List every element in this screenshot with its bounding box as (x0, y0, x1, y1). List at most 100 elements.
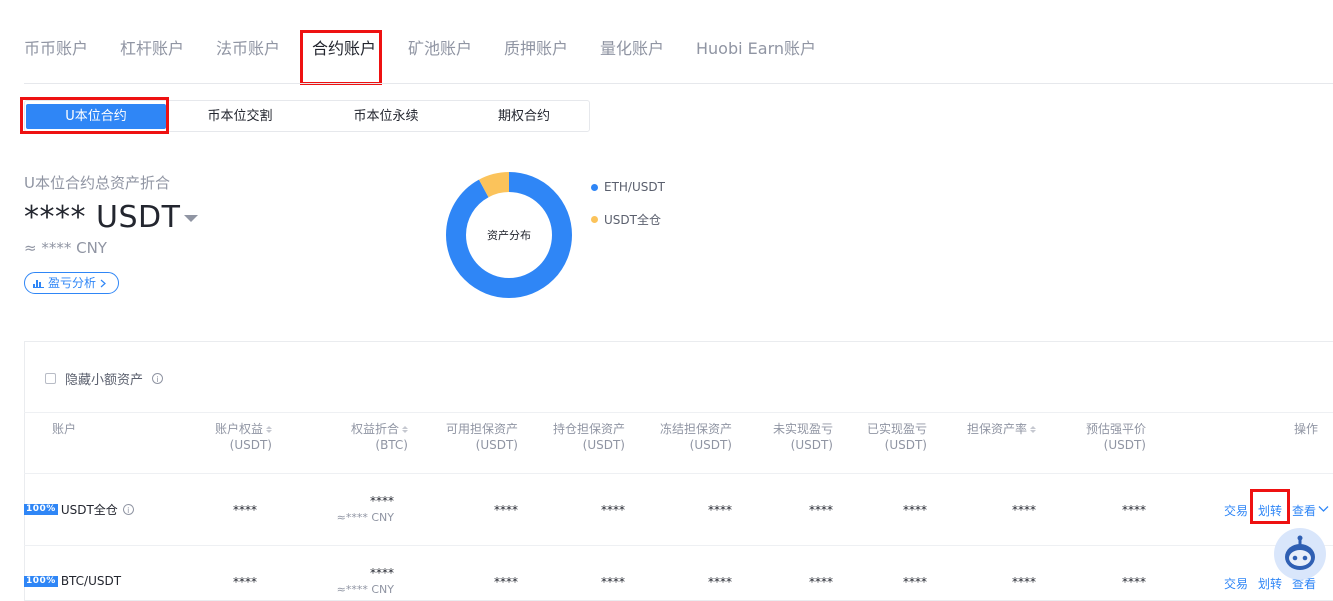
table-row-account: 100% USDT全仓 i (24, 501, 134, 518)
col-available-label: 可用担保资产 (445, 422, 518, 436)
cell-available: **** (494, 503, 518, 517)
info-icon[interactable]: i (122, 504, 134, 515)
col-available-margin: 可用担保资产 (USDT) (446, 421, 518, 453)
row-divider (24, 545, 1333, 546)
cell-position: **** (601, 575, 625, 589)
tab-earn-account[interactable]: Huobi Earn账户 (696, 38, 816, 60)
col-position-unit: (USDT) (582, 438, 625, 452)
cell-liq-price: **** (1122, 575, 1146, 589)
account-name: USDT全仓 (60, 503, 118, 517)
account-name: BTC/USDT (60, 574, 122, 588)
col-unrealized-label: 未实现盈亏 (772, 422, 833, 436)
chevron-right-icon (100, 279, 106, 287)
cell-unrealized: **** (809, 503, 833, 517)
col-realized-pnl: 已实现盈亏 (USDT) (867, 421, 927, 453)
cell-position: **** (601, 503, 625, 517)
cell-frozen: **** (708, 503, 732, 517)
legend-usdt-cross: USDT全仓 (591, 211, 661, 228)
hide-small-assets-checkbox[interactable] (45, 373, 56, 384)
tab-staking-account[interactable]: 质押账户 (504, 38, 568, 60)
cell-margin-ratio: **** (1012, 575, 1036, 589)
col-unrealized-unit: (USDT) (790, 438, 833, 452)
cell-margin-ratio: **** (1012, 503, 1036, 517)
legend-dot-eth (591, 183, 598, 191)
cell-equity-btc: **** (370, 566, 394, 580)
col-realized-label: 已实现盈亏 (866, 422, 927, 436)
col-available-unit: (USDT) (475, 438, 518, 452)
tab-quant-account[interactable]: 量化账户 (600, 38, 664, 60)
tab-divider (24, 83, 1333, 84)
legend-dot-usdt (591, 216, 598, 223)
sort-icon (402, 426, 408, 433)
cell-frozen: **** (708, 575, 732, 589)
chevron-down-icon[interactable] (1318, 505, 1329, 513)
cell-available: **** (494, 575, 518, 589)
legend-label-usdt: USDT全仓 (604, 213, 661, 227)
tab-pool-account[interactable]: 矿池账户 (408, 38, 472, 60)
leverage-tag: 100% (24, 575, 58, 587)
col-liq-unit: (USDT) (1103, 438, 1146, 452)
tab-margin-account[interactable]: 杠杆账户 (120, 38, 184, 60)
col-equity-unit: (USDT) (229, 438, 272, 452)
col-action: 操作 (1293, 422, 1318, 436)
row-divider (24, 473, 1333, 474)
sort-icon (1030, 426, 1036, 433)
pnl-analysis-button[interactable]: 盈亏分析 (24, 272, 119, 294)
tab-coin-delivery[interactable]: 币本位交割 (170, 104, 310, 129)
table-row-account: 100% BTC/USDT (24, 574, 121, 588)
asset-distribution-donut: 资产分布 (446, 172, 572, 298)
cell-equity-btc: **** (370, 494, 394, 508)
trade-link[interactable]: 交易 (1224, 502, 1248, 519)
cell-unrealized: **** (809, 575, 833, 589)
pnl-analysis-label: 盈亏分析 (48, 276, 97, 290)
view-link[interactable]: 查看 (1292, 502, 1316, 519)
col-equity-btc-label: 权益折合 (350, 422, 399, 436)
col-equity-btc[interactable]: 权益折合 (BTC) (351, 421, 408, 453)
tab-options[interactable]: 期权合约 (454, 104, 594, 129)
transfer-link[interactable]: 划转 (1258, 502, 1282, 519)
col-account: 账户 (52, 422, 77, 436)
support-bot-button[interactable] (1274, 528, 1326, 580)
currency-dropdown-icon[interactable] (184, 215, 198, 222)
col-equity-btc-unit: (BTC) (375, 438, 408, 452)
col-frozen-unit: (USDT) (689, 438, 732, 452)
tab-coin-perpetual[interactable]: 币本位永续 (316, 104, 456, 129)
tab-contract-account[interactable]: 合约账户 (312, 38, 376, 60)
cell-equity-cny: ≈**** CNY (336, 511, 394, 524)
col-unrealized-pnl: 未实现盈亏 (USDT) (773, 421, 833, 453)
leverage-tag: 100% (24, 504, 58, 515)
sort-icon (266, 426, 272, 433)
tab-usdt-margined[interactable]: U本位合约 (26, 104, 166, 129)
trade-link[interactable]: 交易 (1224, 575, 1248, 592)
total-assets-amount: **** USDT (24, 200, 181, 235)
col-realized-unit: (USDT) (884, 438, 927, 452)
header-divider (24, 412, 1333, 413)
bar-chart-icon (33, 280, 44, 288)
col-equity-label: 账户权益 (214, 422, 263, 436)
col-margin-ratio-label: 担保资产率 (966, 422, 1027, 436)
cell-liq-price: **** (1122, 503, 1146, 517)
col-equity[interactable]: 账户权益 (USDT) (215, 421, 272, 453)
hide-small-assets-label: 隐藏小额资产 (65, 373, 144, 388)
col-margin-ratio[interactable]: 担保资产率 (967, 421, 1036, 437)
tab-spot-account[interactable]: 币币账户 (24, 38, 88, 60)
cell-realized: **** (903, 575, 927, 589)
robot-icon (1285, 535, 1315, 570)
col-liq-label: 预估强平价 (1085, 422, 1146, 436)
hide-small-assets-row: 隐藏小额资产 i (45, 369, 164, 388)
cell-realized: **** (903, 503, 927, 517)
tab-fiat-account[interactable]: 法币账户 (216, 38, 280, 60)
info-icon[interactable]: i (152, 373, 164, 384)
accounts-table-panel (24, 341, 1333, 601)
cell-equity: **** (233, 503, 257, 517)
cell-equity: **** (233, 575, 257, 589)
total-assets-title: U本位合约总资产折合 (24, 174, 170, 192)
col-position-margin: 持仓担保资产 (USDT) (553, 421, 625, 453)
total-assets-cny: ≈ **** CNY (24, 239, 107, 257)
col-est-liq-price: 预估强平价 (USDT) (1086, 421, 1146, 453)
donut-center-label: 资产分布 (487, 228, 531, 242)
col-frozen-margin: 冻结担保资产 (USDT) (660, 421, 732, 453)
col-frozen-label: 冻结担保资产 (659, 422, 732, 436)
legend-label-eth: ETH/USDT (604, 180, 665, 194)
legend-eth-usdt: ETH/USDT (591, 180, 665, 194)
